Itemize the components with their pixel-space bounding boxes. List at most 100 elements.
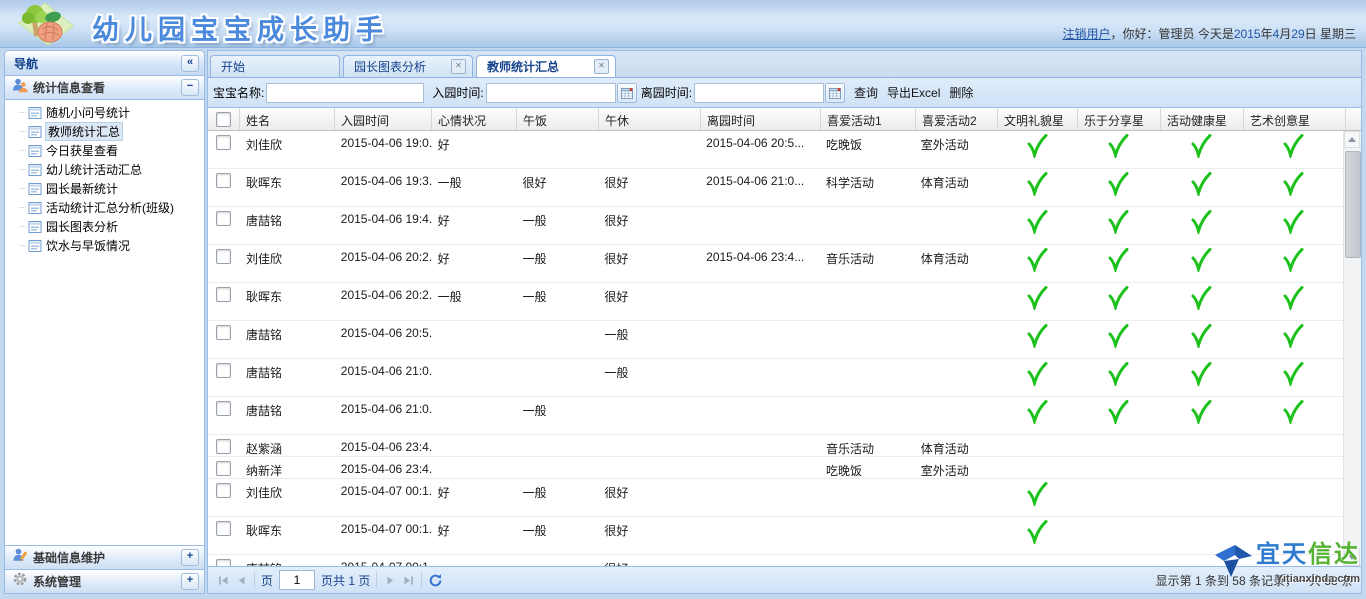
- sidebar-panel-base-info[interactable]: 基础信息维护 +: [5, 545, 204, 569]
- sidebar-item[interactable]: 今日获星查看: [5, 141, 204, 160]
- sidebar-item[interactable]: 活动统计汇总分析(班级): [5, 198, 204, 217]
- row-checkbox[interactable]: [216, 211, 231, 226]
- column-header-7[interactable]: 喜爱活动1: [821, 108, 916, 130]
- cell-喜爱活动2: [915, 321, 997, 358]
- table-row[interactable]: 刘佳欣2015-04-06 19:0...好2015-04-06 20:5...…: [208, 131, 1344, 169]
- export-excel-button[interactable]: 导出Excel: [887, 84, 940, 101]
- table-row[interactable]: 唐喆铭2015-04-06 19:4...好一般很好: [208, 207, 1344, 245]
- table-row[interactable]: 耿晖东2015-04-06 20:2...一般一般很好: [208, 283, 1344, 321]
- delete-button[interactable]: 删除: [949, 84, 973, 101]
- cell-心情状况: 一般: [432, 283, 517, 320]
- table-row[interactable]: 赵紫涵2015-04-06 23:4...音乐活动体育活动: [208, 435, 1344, 457]
- sidebar-item[interactable]: 随机小问号统计: [5, 103, 204, 122]
- row-checkbox[interactable]: [216, 483, 231, 498]
- table-row[interactable]: 纳新洋2015-04-06 23:4...吃晚饭室外活动: [208, 457, 1344, 479]
- expand-panel-button[interactable]: +: [181, 573, 199, 590]
- table-row[interactable]: 刘佳欣2015-04-06 20:2...好一般很好2015-04-06 23:…: [208, 245, 1344, 283]
- page-label: 页: [261, 572, 273, 589]
- column-header-12[interactable]: 艺术创意星: [1244, 108, 1346, 130]
- row-checkbox[interactable]: [216, 173, 231, 188]
- sidebar-item-label: 活动统计汇总分析(班级): [46, 199, 174, 216]
- cell-入园时间: 2015-04-07 00:1...: [335, 517, 432, 554]
- document-icon: [28, 106, 42, 120]
- table-row[interactable]: 刘佳欣2015-04-07 00:1...好一般很好: [208, 479, 1344, 517]
- column-header-10[interactable]: 乐于分享星: [1078, 108, 1161, 130]
- row-checkbox[interactable]: [216, 249, 231, 264]
- row-checkbox[interactable]: [216, 439, 231, 454]
- entry-time-input[interactable]: [486, 83, 616, 103]
- row-checkbox[interactable]: [216, 461, 231, 476]
- table-row[interactable]: 唐喆铭2015-04-07 00:1很好: [208, 555, 1344, 566]
- entry-calendar-icon[interactable]: [617, 83, 637, 103]
- leave-time-input[interactable]: [694, 83, 824, 103]
- app-window: 幼儿园宝宝成长助手 注销用户，你好：管理员 今天是2015年4月29日 星期三 …: [0, 0, 1366, 599]
- last-page-button[interactable]: [399, 571, 417, 589]
- sidebar-item[interactable]: 园长最新统计: [5, 179, 204, 198]
- sidebar-panel-system[interactable]: 系统管理 +: [5, 569, 204, 593]
- cell-午饭: [516, 555, 598, 566]
- row-checkbox[interactable]: [216, 135, 231, 150]
- table-row[interactable]: 耿晖东2015-04-07 00:1...好一般很好: [208, 517, 1344, 555]
- column-header-8[interactable]: 喜爱活动2: [916, 108, 998, 130]
- expand-panel-button[interactable]: +: [181, 549, 199, 566]
- sidebar-panel-stats[interactable]: 统计信息查看 −: [5, 76, 204, 100]
- select-all-checkbox[interactable]: [216, 112, 231, 127]
- cell-喜爱活动1: 音乐活动: [820, 245, 915, 282]
- cell-乐于分享星: [1077, 131, 1160, 168]
- column-header-5[interactable]: 午休: [599, 108, 701, 130]
- row-checkbox[interactable]: [216, 287, 231, 302]
- cell-心情状况: [432, 435, 517, 456]
- row-checkbox[interactable]: [216, 325, 231, 340]
- date-text: 年: [1261, 27, 1273, 41]
- cell-离园时间: 2015-04-06 21:0...: [700, 169, 820, 206]
- column-header-4[interactable]: 午饭: [517, 108, 599, 130]
- date-text: 日 星期三: [1305, 27, 1356, 41]
- column-header-11[interactable]: 活动健康星: [1161, 108, 1244, 130]
- cell-文明礼貌星: [997, 517, 1077, 554]
- sidebar-item[interactable]: 饮水与早饭情况: [5, 236, 204, 255]
- vertical-scrollbar[interactable]: [1343, 131, 1361, 566]
- baby-name-input[interactable]: [266, 83, 424, 103]
- leave-calendar-icon[interactable]: [825, 83, 845, 103]
- row-checkbox[interactable]: [216, 363, 231, 378]
- collapse-panel-button[interactable]: −: [181, 79, 199, 96]
- page-number-input[interactable]: [279, 570, 315, 590]
- next-page-button[interactable]: [381, 571, 399, 589]
- sidebar-item[interactable]: 园长图表分析: [5, 217, 204, 236]
- tab-close-icon[interactable]: ✕: [594, 59, 609, 74]
- check-icon: [1282, 134, 1304, 168]
- check-icon: [1190, 248, 1212, 282]
- search-button[interactable]: 查询: [854, 84, 878, 101]
- cell-离园时间: [700, 479, 820, 516]
- refresh-button[interactable]: [426, 571, 444, 589]
- row-checkbox[interactable]: [216, 559, 231, 566]
- logout-link[interactable]: 注销用户: [1063, 27, 1111, 41]
- row-checkbox[interactable]: [216, 521, 231, 536]
- sidebar-item[interactable]: 幼儿统计活动汇总: [5, 160, 204, 179]
- column-header-1[interactable]: 姓名: [240, 108, 335, 130]
- column-header-6[interactable]: 离园时间: [701, 108, 821, 130]
- table-row[interactable]: 唐喆铭2015-04-06 21:0...一般: [208, 397, 1344, 435]
- table-row[interactable]: 唐喆铭2015-04-06 21:0...一般: [208, 359, 1344, 397]
- sidebar-collapse-button[interactable]: «: [181, 55, 199, 72]
- row-checkbox-cell: [208, 283, 240, 320]
- column-header-2[interactable]: 入园时间: [335, 108, 432, 130]
- row-checkbox[interactable]: [216, 401, 231, 416]
- sidebar-item[interactable]: 教师统计汇总: [5, 122, 204, 141]
- check-icon: [1107, 362, 1129, 396]
- prev-page-button[interactable]: [232, 571, 250, 589]
- scroll-up-button[interactable]: [1344, 131, 1360, 148]
- first-page-button[interactable]: [214, 571, 232, 589]
- table-row[interactable]: 唐喆铭2015-04-06 20:5...一般: [208, 321, 1344, 359]
- column-header-3[interactable]: 心情状况: [432, 108, 517, 130]
- scrollbar-thumb[interactable]: [1345, 151, 1361, 258]
- tab-园长图表分析[interactable]: 园长图表分析✕: [343, 55, 473, 77]
- tab-开始[interactable]: 开始: [210, 55, 340, 77]
- table-row[interactable]: 耿晖东2015-04-06 19:3...一般很好很好2015-04-06 21…: [208, 169, 1344, 207]
- tab-close-icon[interactable]: ✕: [451, 59, 466, 74]
- sidebar-panel-label: 基础信息维护: [33, 549, 176, 566]
- column-header-9[interactable]: 文明礼貌星: [998, 108, 1078, 130]
- tab-教师统计汇总[interactable]: 教师统计汇总✕: [476, 55, 616, 77]
- cell-午休: 一般: [598, 321, 700, 358]
- cell-姓名: 耿晖东: [240, 169, 335, 206]
